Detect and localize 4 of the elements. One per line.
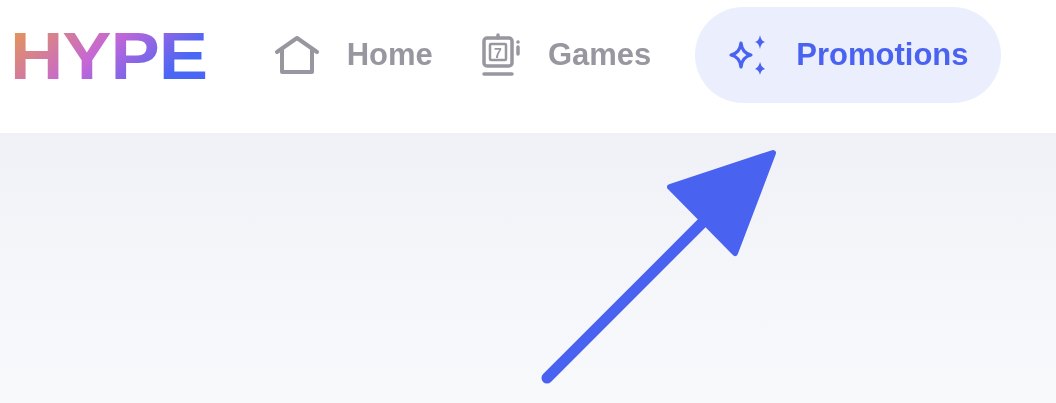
home-icon [273, 35, 320, 75]
nav-tab[interactable]: Promotions [695, 7, 1001, 103]
nav-tab[interactable]: Home [269, 7, 437, 103]
nav-tab[interactable]: 7 Games [476, 7, 656, 103]
